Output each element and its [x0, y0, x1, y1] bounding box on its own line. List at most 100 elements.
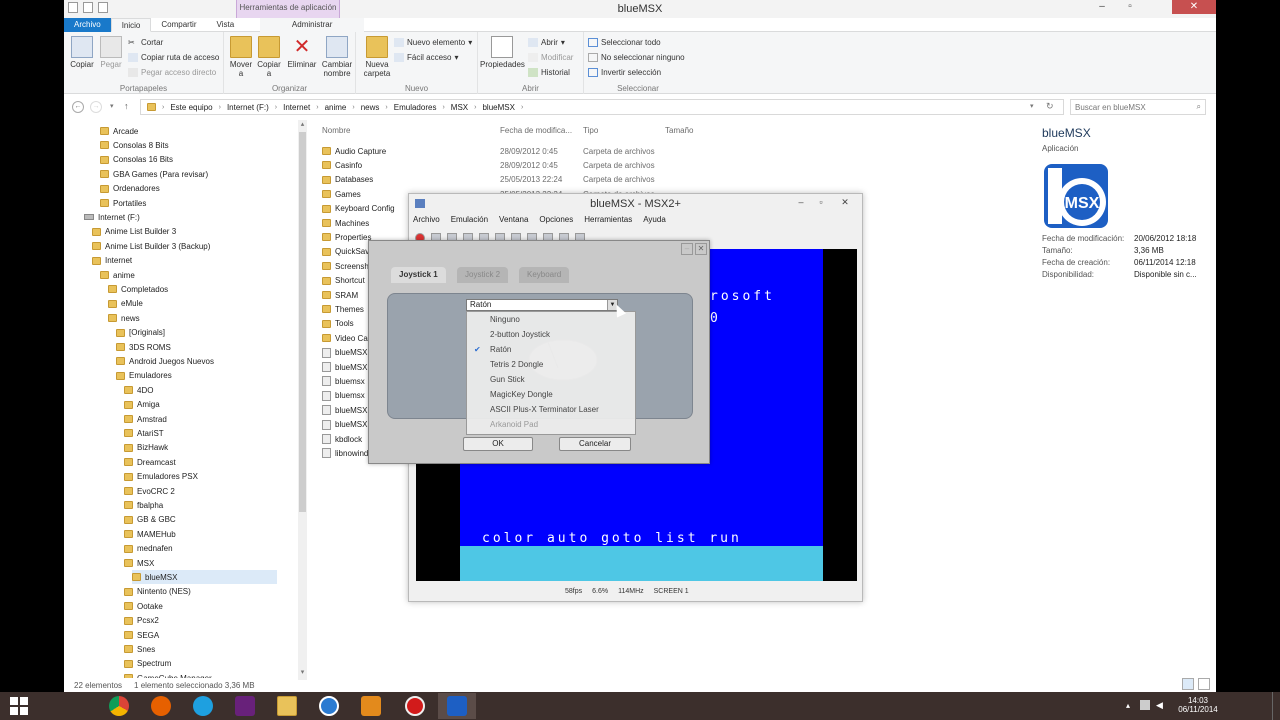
- breadcrumb-item[interactable]: blueMSX: [482, 103, 514, 112]
- tree-item[interactable]: mednafen: [124, 542, 173, 556]
- tab-vista[interactable]: Vista: [207, 18, 245, 32]
- breadcrumb-item[interactable]: anime: [325, 103, 347, 112]
- menu-ayuda[interactable]: Ayuda: [643, 215, 666, 224]
- tree-item[interactable]: Ootake: [124, 599, 163, 613]
- cut-button[interactable]: ✂ Cortar: [128, 38, 163, 47]
- firefox-taskbar-button[interactable]: [142, 693, 180, 719]
- start-button[interactable]: [0, 693, 38, 719]
- clock[interactable]: 14:03 06/11/2014: [1168, 696, 1228, 714]
- properties-button[interactable]: Propiedades: [480, 36, 525, 69]
- bluemsx-maximize-button[interactable]: ▫: [813, 197, 829, 209]
- history-button[interactable]: Historial: [528, 68, 570, 77]
- app-taskbar-button[interactable]: [310, 693, 348, 719]
- tree-item[interactable]: Anime List Builder 3: [92, 225, 176, 239]
- tree-item[interactable]: Anime List Builder 3 (Backup): [92, 239, 210, 253]
- delete-button[interactable]: ✕ Eliminar: [286, 36, 318, 69]
- scroll-up-icon[interactable]: ▴: [298, 120, 307, 130]
- menu-herramientas[interactable]: Herramientas: [584, 215, 632, 224]
- tab-archivo[interactable]: Archivo: [64, 18, 111, 32]
- new-folder-button[interactable]: Nueva carpeta: [360, 36, 394, 78]
- back-button[interactable]: ←: [72, 101, 84, 113]
- column-header-name[interactable]: Nombre: [322, 126, 350, 135]
- tree-item[interactable]: Amstrad: [124, 412, 167, 426]
- tree-item[interactable]: GBA Games (Para revisar): [100, 167, 208, 181]
- scroll-down-icon[interactable]: ▾: [298, 668, 307, 678]
- tree-item[interactable]: GB & GBC: [124, 513, 176, 527]
- select-none-button[interactable]: No seleccionar ninguno: [588, 53, 685, 62]
- tree-item[interactable]: 3DS ROMS: [116, 340, 171, 354]
- network-icon[interactable]: [1140, 700, 1150, 710]
- dropdown-option[interactable]: MagicKey Dongle: [490, 388, 553, 402]
- tree-item[interactable]: GameCube Manager: [124, 671, 212, 678]
- minimize-button[interactable]: –: [1088, 0, 1116, 14]
- tree-item[interactable]: Android Juegos Nuevos: [116, 354, 214, 368]
- paste-shortcut-button[interactable]: Pegar acceso directo: [128, 68, 216, 77]
- dropdown-option[interactable]: Ninguno: [490, 313, 520, 327]
- tree-item[interactable]: 4DO: [124, 383, 153, 397]
- file-row[interactable]: Casinfo 28/09/2012 0:45 Carpeta de archivo…: [322, 158, 762, 172]
- tree-item[interactable]: [Originals]: [116, 326, 165, 340]
- breadcrumb-item[interactable]: Emuladores: [394, 103, 437, 112]
- tree-item[interactable]: Internet: [92, 254, 132, 268]
- tree-item[interactable]: Consolas 8 Bits: [100, 138, 169, 152]
- menu-ventana[interactable]: Ventana: [499, 215, 528, 224]
- menu-archivo[interactable]: Archivo: [413, 215, 440, 224]
- tree-item[interactable]: fbalpha: [124, 498, 163, 512]
- game-taskbar-button[interactable]: [352, 693, 390, 719]
- tree-item[interactable]: Spectrum: [124, 657, 171, 671]
- copy-button[interactable]: Copiar: [68, 36, 96, 69]
- tree-item[interactable]: Dreamcast: [124, 455, 176, 469]
- move-to-button[interactable]: Mover a: [228, 36, 254, 78]
- open-button[interactable]: Abrir ▾: [528, 38, 565, 47]
- details-view-button[interactable]: [1182, 678, 1194, 690]
- breadcrumb-item[interactable]: Internet (F:): [227, 103, 269, 112]
- tree-item[interactable]: MSX: [124, 556, 154, 570]
- copy-to-button[interactable]: Copiar a: [256, 36, 282, 78]
- tree-item[interactable]: eMule: [108, 297, 143, 311]
- bluemsx-minimize-button[interactable]: –: [793, 197, 809, 209]
- address-dropdown-icon[interactable]: ▾: [1030, 102, 1034, 110]
- tree-item[interactable]: MAMEHub: [124, 527, 176, 541]
- tree-item[interactable]: blueMSX: [132, 570, 278, 585]
- tree-item[interactable]: news: [108, 311, 140, 325]
- rename-button[interactable]: Cambiar nombre: [320, 36, 354, 78]
- chrome-taskbar-button[interactable]: [100, 693, 138, 719]
- dropdown-option[interactable]: Gun Stick: [490, 373, 525, 387]
- tree-item[interactable]: Consolas 16 Bits: [100, 153, 173, 167]
- maximize-button[interactable]: ▫: [1116, 0, 1144, 14]
- file-row[interactable]: Audio Capture 28/09/2012 0:45 Carpeta de a…: [322, 144, 762, 158]
- dropdown-option[interactable]: Ratón: [490, 343, 511, 357]
- tree-item[interactable]: Completados: [108, 282, 168, 296]
- tab-joystick-1[interactable]: Joystick 1: [391, 267, 446, 283]
- navigation-scrollbar[interactable]: ▴ ▾: [298, 120, 307, 680]
- bluemsx-taskbar-button[interactable]: [438, 693, 476, 719]
- tree-item[interactable]: Pcsx2: [124, 614, 159, 628]
- bluemsx-close-button[interactable]: ✕: [837, 197, 853, 209]
- breadcrumb-item[interactable]: news: [361, 103, 380, 112]
- tree-item[interactable]: Emuladores PSX: [124, 470, 198, 484]
- tree-item[interactable]: BizHawk: [124, 441, 168, 455]
- recorder-taskbar-button[interactable]: [396, 693, 434, 719]
- tree-item[interactable]: anime: [100, 268, 135, 282]
- file-row[interactable]: Databases 25/05/2013 22:24 Carpeta de arch…: [322, 173, 762, 187]
- tree-item[interactable]: AtariST: [124, 426, 164, 440]
- tree-item[interactable]: Emuladores: [116, 369, 172, 383]
- tree-item[interactable]: Portatiles: [100, 196, 146, 210]
- dropdown-option[interactable]: 2-button Joystick: [490, 328, 550, 342]
- address-box[interactable]: › Este equipo › Internet (F:) › Internet › …: [140, 99, 1064, 115]
- tree-item[interactable]: Internet (F:): [84, 210, 140, 224]
- ie-taskbar-button[interactable]: [184, 693, 222, 719]
- up-arrow-icon[interactable]: ↑: [124, 101, 129, 111]
- tree-item[interactable]: Arcade: [100, 124, 138, 138]
- dropdown-option[interactable]: ASCII Plus-X Terminator Laser: [490, 403, 599, 417]
- select-all-button[interactable]: Seleccionar todo: [588, 38, 661, 47]
- column-header-size[interactable]: Tamaño: [665, 126, 693, 135]
- tray-arrow-icon[interactable]: ▴: [1126, 701, 1130, 710]
- breadcrumb-item[interactable]: Internet: [283, 103, 310, 112]
- breadcrumb-item[interactable]: MSX: [451, 103, 468, 112]
- tree-item[interactable]: Nintento (NES): [124, 585, 191, 599]
- close-button[interactable]: ✕: [1172, 0, 1216, 14]
- tree-item[interactable]: EvoCRC 2: [124, 484, 175, 498]
- search-input[interactable]: Buscar en blueMSX ⌕: [1070, 99, 1206, 115]
- ok-button[interactable]: OK: [463, 437, 533, 451]
